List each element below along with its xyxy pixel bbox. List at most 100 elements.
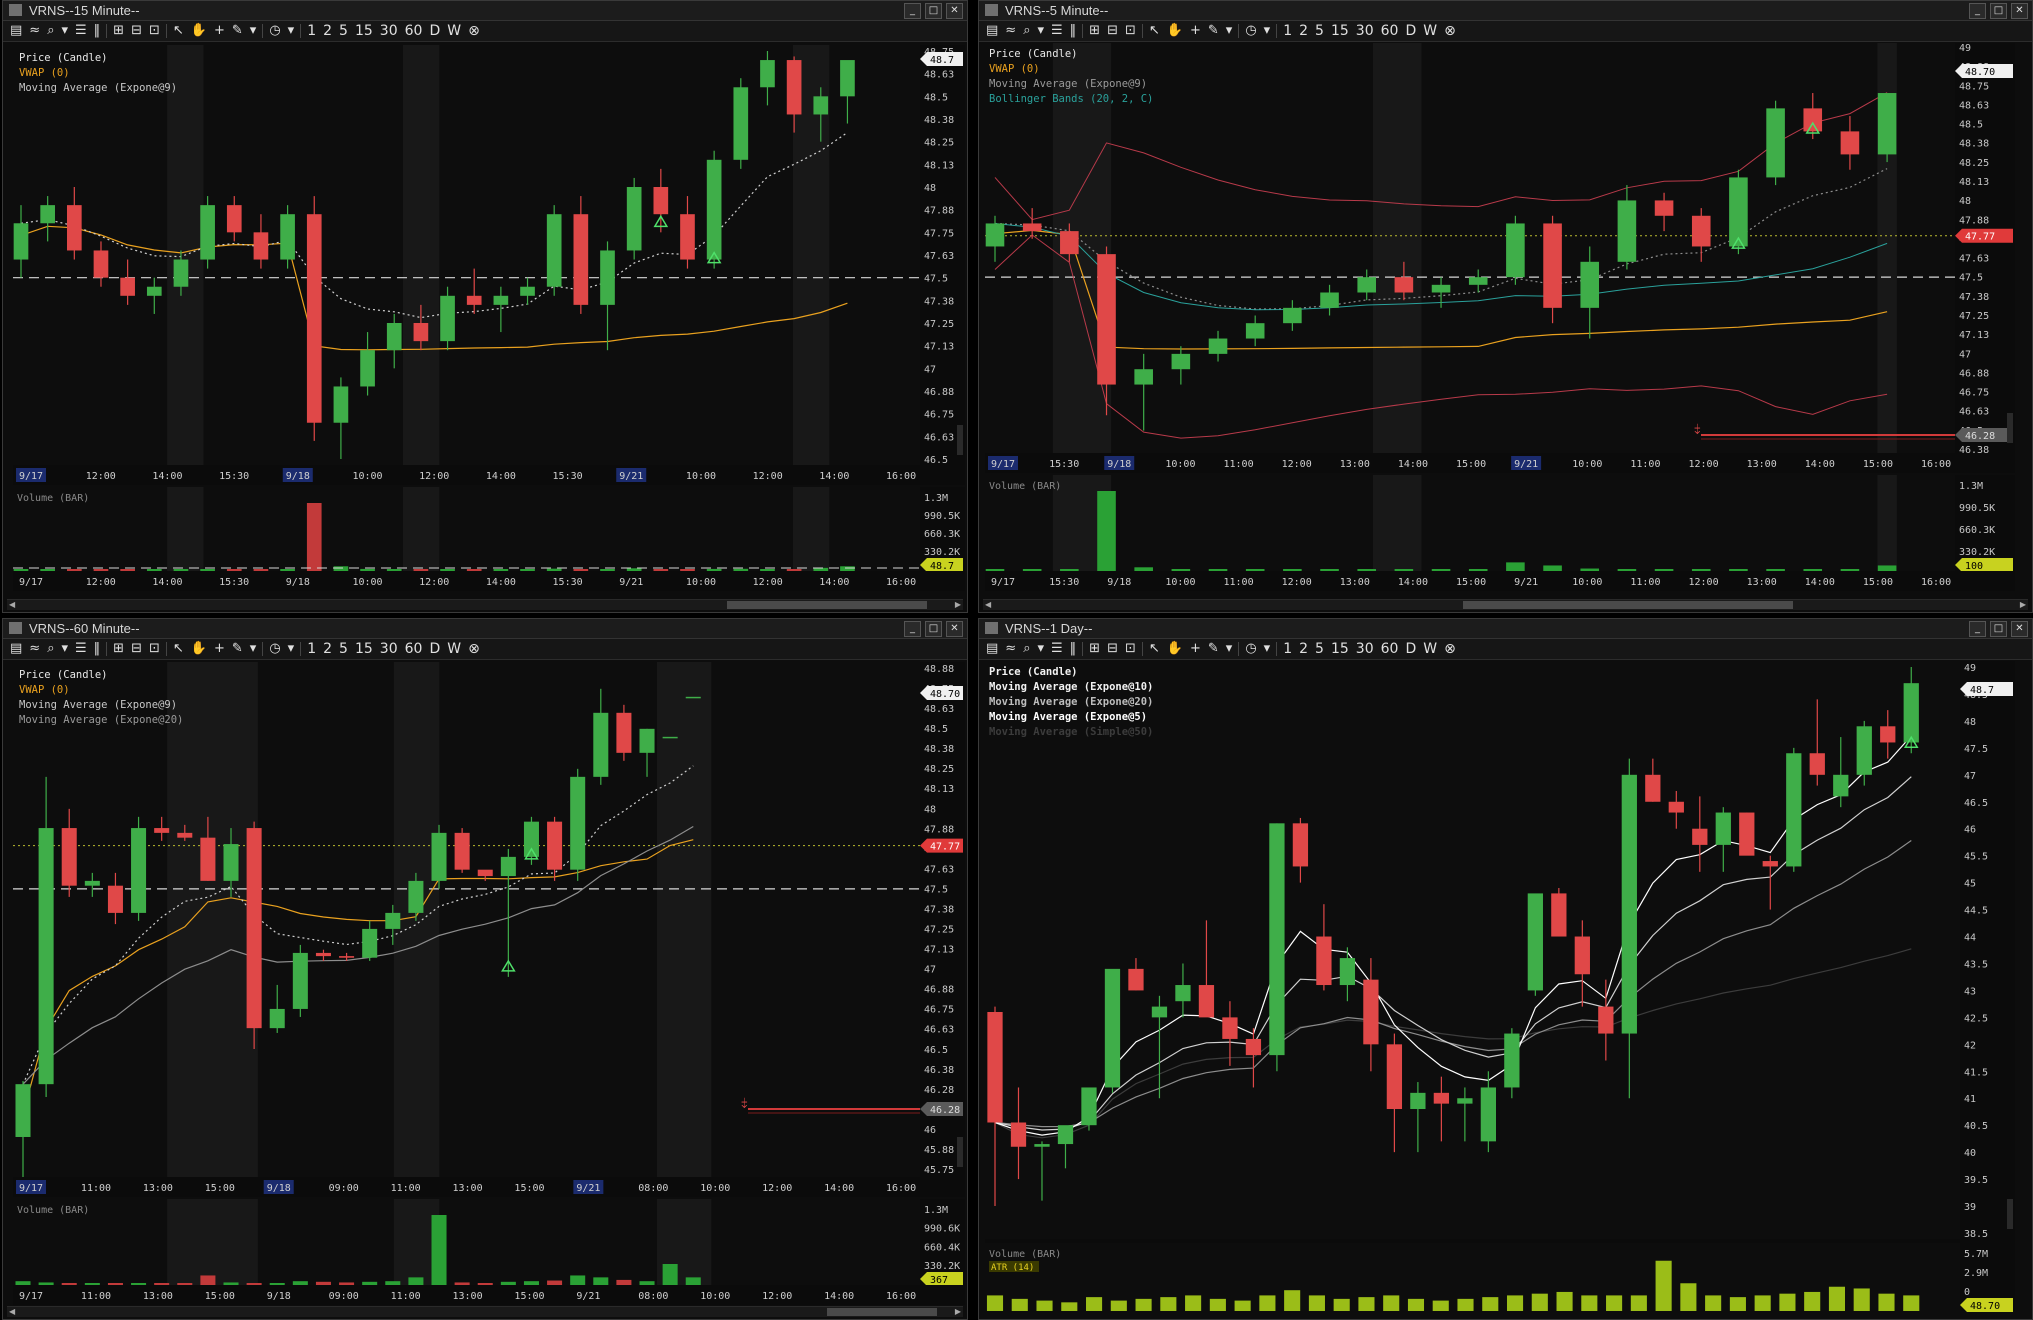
candle-body[interactable] <box>840 60 855 97</box>
timeframe-W-button[interactable]: W <box>1422 22 1438 40</box>
candle-body[interactable] <box>1856 726 1872 775</box>
timeframe-30-button[interactable]: 30 <box>379 22 399 40</box>
cursor-icon[interactable]: ▤ <box>985 22 999 40</box>
candle-body[interactable] <box>173 259 189 287</box>
close-button[interactable]: ✕ <box>946 3 963 19</box>
fit-icon[interactable]: ⊡ <box>148 22 161 40</box>
candle-body[interactable] <box>1833 774 1849 797</box>
volume-bar[interactable] <box>1431 569 1451 571</box>
price-pane[interactable]: 48.7548.6348.548.3848.2548.134847.8847.7… <box>13 45 965 485</box>
volume-chart[interactable]: Volume (BAR) 1.3M990.5K660.3K330.2K1009/1… <box>985 475 2015 591</box>
pause-icon[interactable]: ‖ <box>1069 640 1078 658</box>
volume-bar[interactable] <box>1333 1298 1350 1311</box>
timeframe-60-button[interactable]: 60 <box>1380 640 1400 658</box>
volume-bar[interactable] <box>1878 1293 1895 1311</box>
volume-bar[interactable] <box>1036 1300 1053 1311</box>
timeframe-D-button[interactable]: D <box>1404 22 1417 40</box>
price-pane[interactable]: 4948.54847.54746.54645.54544.54443.54342… <box>985 661 2015 1259</box>
last-price-tag[interactable]: 48.7 <box>920 52 963 66</box>
draw-dropdown-icon[interactable]: ▾ <box>249 22 258 40</box>
candle-body[interactable] <box>1081 1087 1097 1126</box>
hand-icon[interactable]: ✋ <box>190 640 208 658</box>
candle-body[interactable] <box>1269 823 1285 1056</box>
candle-body[interactable] <box>1245 1038 1262 1056</box>
legend-entry[interactable]: Moving Average (Expone@10) <box>989 680 1153 695</box>
candle-body[interactable] <box>500 856 516 877</box>
volume-bar[interactable] <box>333 566 349 571</box>
candle-body[interactable] <box>1903 683 1919 743</box>
scrollbar-thumb[interactable] <box>1463 601 1793 609</box>
candle-body[interactable] <box>84 880 100 886</box>
alert-price-tag[interactable]: 46.28 <box>1955 428 2013 442</box>
legend-entry[interactable]: Price (Candle) <box>19 51 177 66</box>
legend-entry[interactable]: Price (Candle) <box>19 668 183 683</box>
scroll-right-icon[interactable]: ▶ <box>955 600 961 610</box>
minimize-button[interactable]: _ <box>1969 621 1986 637</box>
candle-body[interactable] <box>1339 958 1356 986</box>
pencil-icon[interactable]: ✎ <box>1207 640 1220 658</box>
volume-bar[interactable] <box>177 1283 193 1285</box>
candle-body[interactable] <box>1527 893 1543 991</box>
volume-bar[interactable] <box>986 1295 1004 1311</box>
dropdown-icon[interactable]: ▾ <box>60 22 69 40</box>
candle-body[interactable] <box>131 828 147 913</box>
volume-bar[interactable] <box>1110 1300 1127 1311</box>
candle-body[interactable] <box>593 712 609 777</box>
volume-bar[interactable] <box>1097 491 1116 571</box>
zoom-icon[interactable]: ≈ <box>1004 22 1017 40</box>
volume-bar[interactable] <box>146 569 162 571</box>
volume-bar[interactable] <box>523 1281 539 1285</box>
candle-body[interactable] <box>440 295 455 342</box>
candle-body[interactable] <box>493 295 509 305</box>
candle-body[interactable] <box>120 277 135 296</box>
legend-entry[interactable]: Moving Average (Expone@9) <box>19 698 183 713</box>
candle-body[interactable] <box>431 832 447 881</box>
volume-bar[interactable] <box>1531 1293 1548 1311</box>
volume-bar[interactable] <box>154 1283 170 1285</box>
candle-body[interactable] <box>1010 1122 1027 1147</box>
pointer-icon[interactable]: ↖ <box>1148 640 1161 658</box>
price-chart[interactable]: 48.7548.6348.548.3848.2548.134847.8847.7… <box>13 45 965 485</box>
candle-body[interactable] <box>1057 1125 1074 1145</box>
volume-bar[interactable] <box>733 568 749 571</box>
volume-bar[interactable] <box>1580 568 1600 571</box>
layout-icon[interactable]: ⊟ <box>1106 640 1119 658</box>
crosshair-icon[interactable]: + <box>1189 640 1202 658</box>
maximize-button[interactable]: □ <box>925 3 942 19</box>
volume-bar[interactable] <box>786 569 802 571</box>
candle-body[interactable] <box>1504 1033 1520 1088</box>
volume-bar[interactable] <box>360 568 375 571</box>
volume-bar[interactable] <box>546 568 562 571</box>
maximize-button[interactable]: □ <box>925 621 942 637</box>
horizontal-scrollbar[interactable]: ◀ ▶ <box>7 1306 963 1317</box>
candle-body[interactable] <box>626 187 642 251</box>
candle-body[interactable] <box>385 912 401 929</box>
candle-body[interactable] <box>66 205 82 251</box>
volume-bar[interactable] <box>386 569 402 571</box>
timeframe-30-button[interactable]: 30 <box>379 640 399 658</box>
cursor-icon[interactable]: ▤ <box>9 640 23 658</box>
clock-icon[interactable]: ◷ <box>1244 22 1257 40</box>
layout-icon[interactable]: ⊟ <box>130 640 143 658</box>
candle-body[interactable] <box>653 187 669 215</box>
timeframe-W-button[interactable]: W <box>1422 640 1438 658</box>
timeframe-D-button[interactable]: D <box>428 22 441 40</box>
price-chart[interactable]: 4948.54847.54746.54645.54544.54443.54342… <box>985 661 2015 1259</box>
volume-bar[interactable] <box>1061 1302 1078 1311</box>
candle-body[interactable] <box>1715 812 1731 845</box>
candle-body[interactable] <box>1621 774 1637 1034</box>
legend-entry[interactable]: Moving Average (Expone@5) <box>989 710 1153 725</box>
volume-bar[interactable] <box>1840 569 1860 571</box>
candle-body[interactable] <box>1363 979 1379 1045</box>
candle-body[interactable] <box>154 828 170 833</box>
candle-body[interactable] <box>1134 369 1153 385</box>
candle-body[interactable] <box>546 214 562 287</box>
volume-bar[interactable] <box>1655 1260 1672 1311</box>
volume-bar[interactable] <box>306 503 322 571</box>
candle-body[interactable] <box>1668 801 1684 813</box>
candle-body[interactable] <box>706 159 722 260</box>
candle-body[interactable] <box>733 87 749 160</box>
candle-body[interactable] <box>246 828 262 1029</box>
candle-body[interactable] <box>306 214 322 423</box>
level-price-tag[interactable]: 47.77 <box>920 838 963 853</box>
